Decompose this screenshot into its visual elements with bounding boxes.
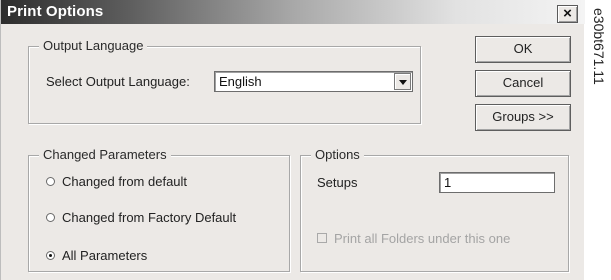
radio-label-all-parameters: All Parameters xyxy=(62,248,148,263)
title-bar[interactable]: Print Options × xyxy=(1,0,585,24)
setups-label: Setups xyxy=(317,175,358,190)
figure-id-caption: e30bt671.11 xyxy=(587,0,611,280)
ok-button[interactable]: OK xyxy=(475,36,571,63)
print-options-dialog: Print Options × Output Language Select O… xyxy=(0,0,585,280)
select-output-language-label: Select Output Language: xyxy=(46,74,190,89)
print-all-folders-checkbox[interactable] xyxy=(317,233,327,243)
radio-all-parameters[interactable] xyxy=(46,251,55,260)
output-language-legend: Output Language xyxy=(39,38,148,54)
close-icon: × xyxy=(563,5,572,22)
output-language-select[interactable]: English xyxy=(214,71,413,92)
radio-label-changed-from-default: Changed from default xyxy=(62,174,188,189)
options-legend: Options xyxy=(311,147,364,163)
setups-value: 1 xyxy=(444,175,452,190)
output-language-value: English xyxy=(219,74,262,89)
groups-button[interactable]: Groups >> xyxy=(475,104,571,131)
print-all-folders-label: Print all Folders under this one xyxy=(334,231,511,246)
radio-changed-from-default[interactable] xyxy=(46,177,55,186)
radio-label-changed-from-factory-default: Changed from Factory Default xyxy=(62,210,237,225)
cancel-button[interactable]: Cancel xyxy=(475,70,571,97)
radio-changed-from-factory-default[interactable] xyxy=(46,213,55,222)
setups-input[interactable]: 1 xyxy=(439,172,555,193)
window-title: Print Options xyxy=(7,3,104,20)
changed-parameters-legend: Changed Parameters xyxy=(39,147,171,163)
figure-id-text: e30bt671.11 xyxy=(591,8,607,85)
close-button[interactable]: × xyxy=(557,5,578,23)
chevron-down-icon[interactable] xyxy=(394,73,411,90)
